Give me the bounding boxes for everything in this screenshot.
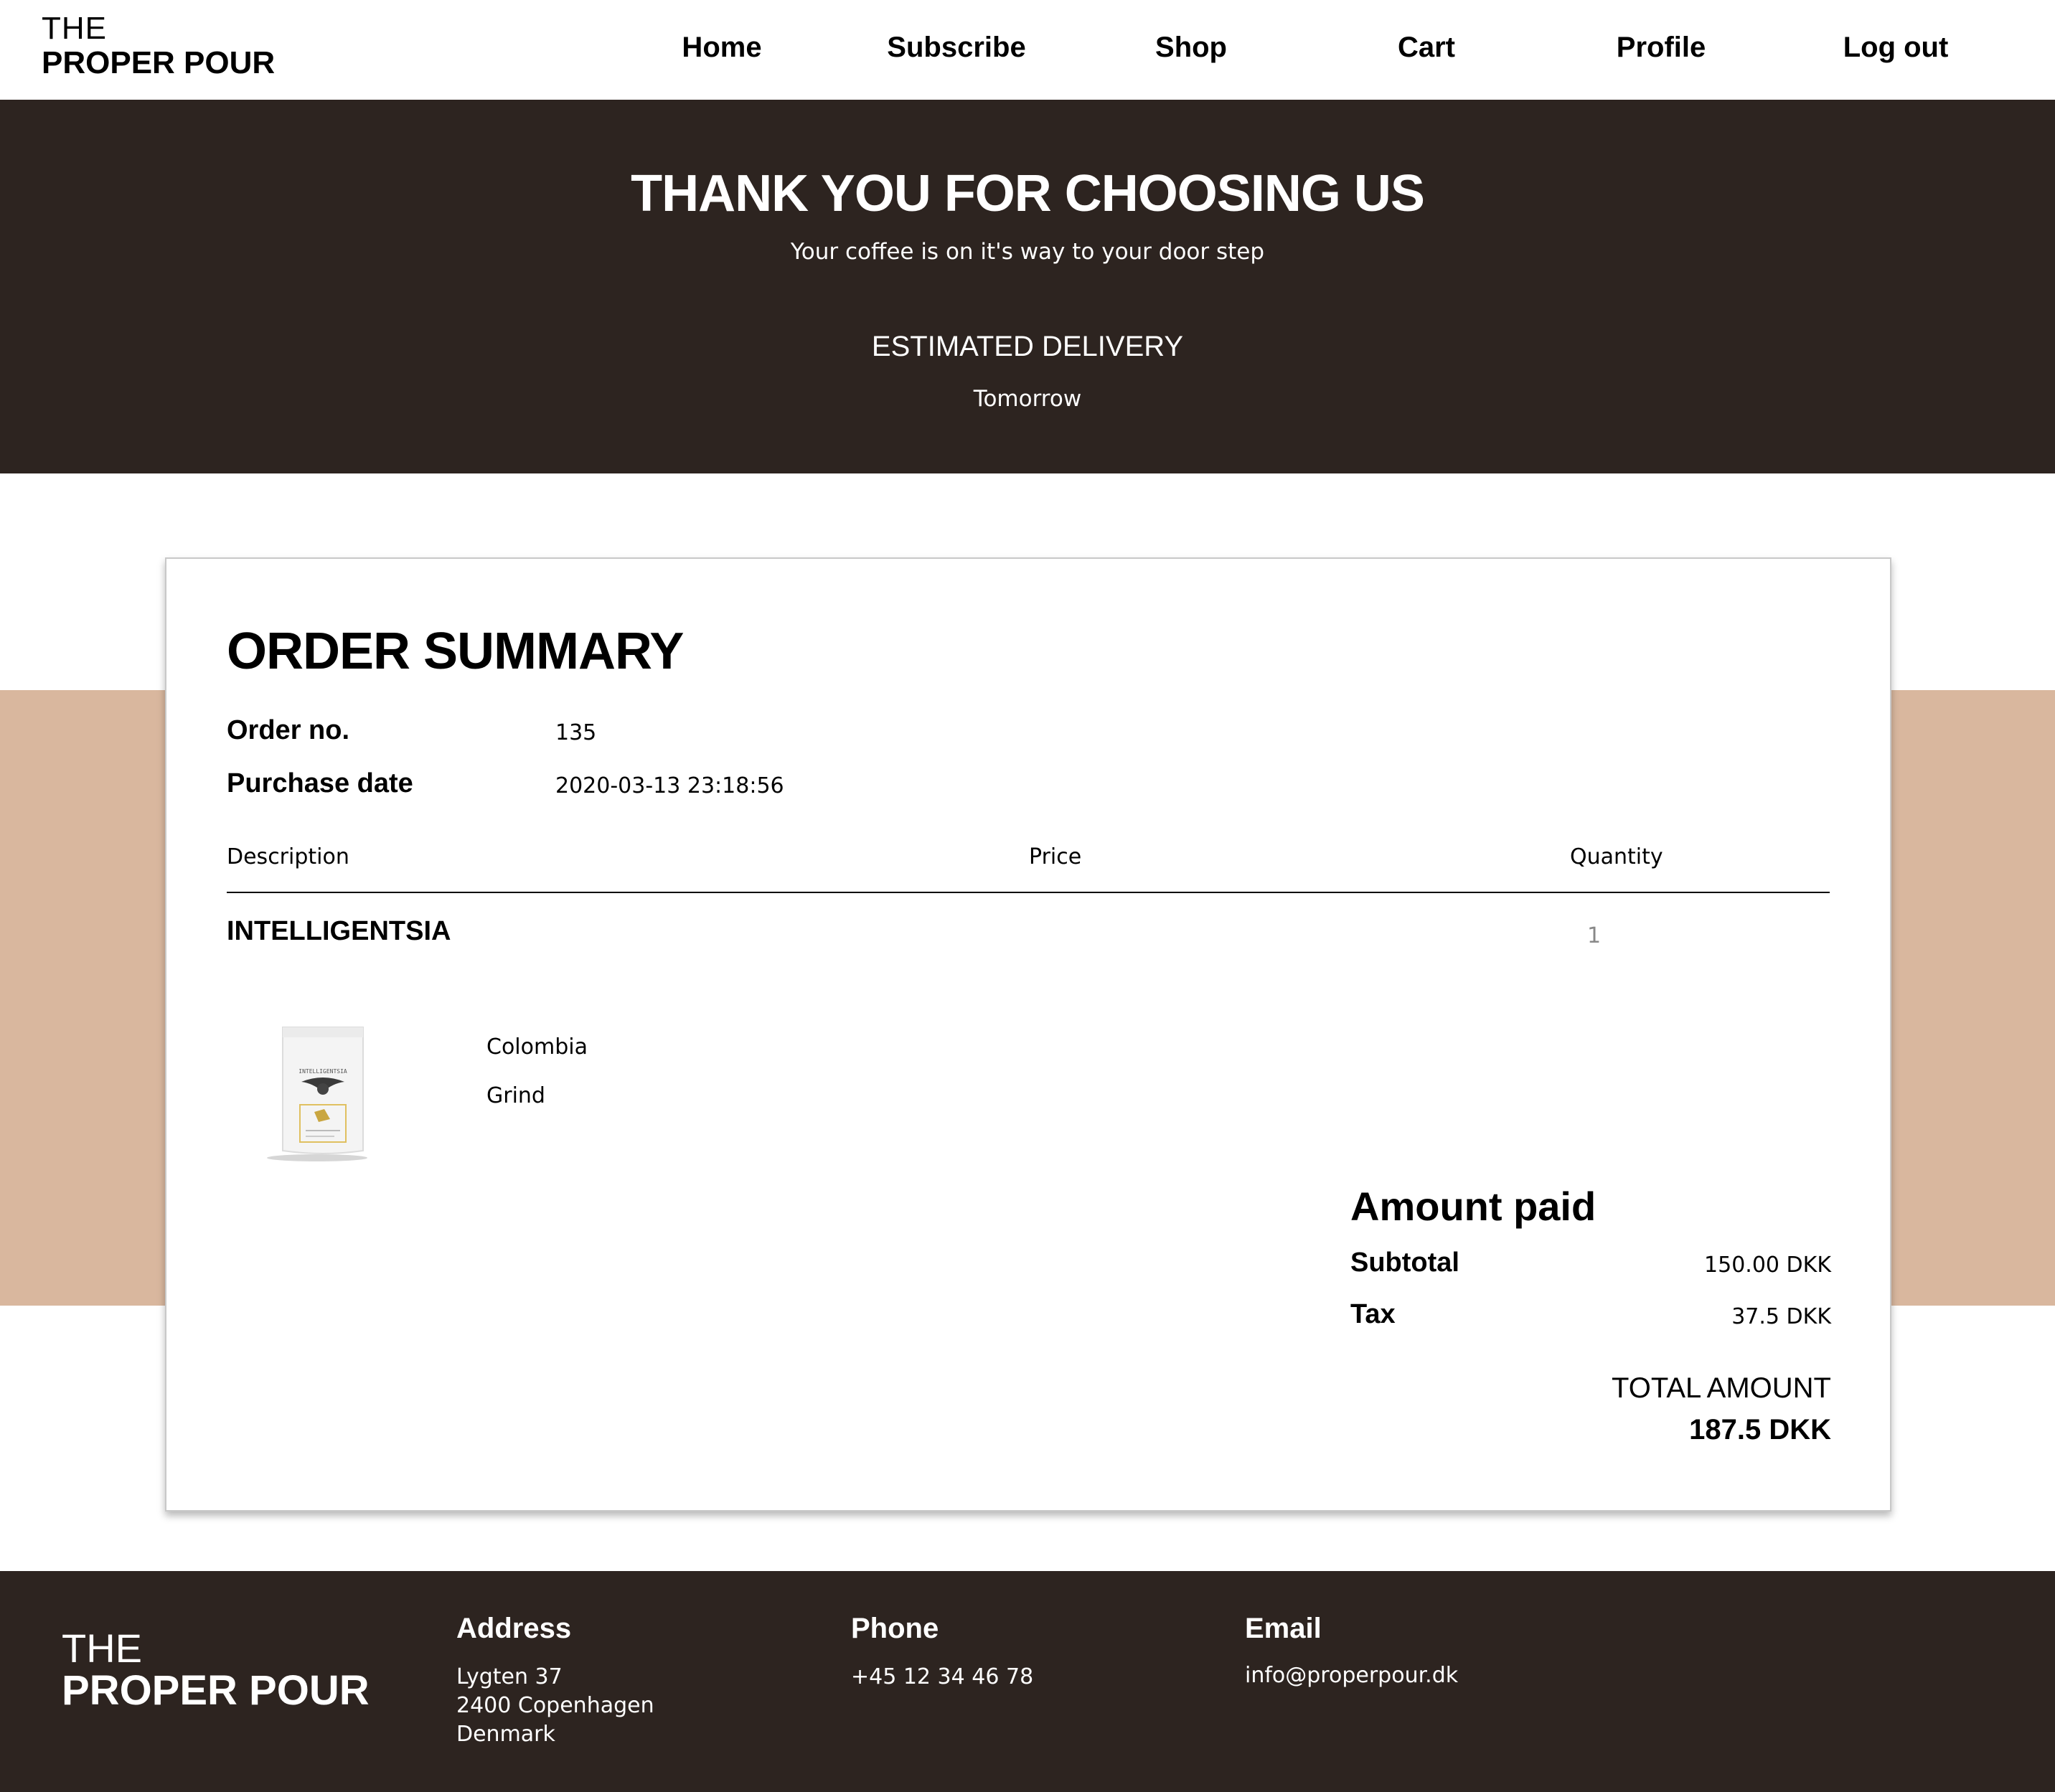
footer-phone-heading: Phone [851,1613,939,1644]
footer-address-line2: 2400 Copenhagen [456,1693,654,1718]
table-divider [227,892,1830,893]
column-description: Description [227,844,349,869]
purchase-date-value: 2020-03-13 23:18:56 [555,773,784,798]
coffee-bag-image: INTELLIGENTSIA [267,1027,367,1161]
main-nav: Home Subscribe Shop Cart Profile Log out [617,0,2023,100]
footer-email[interactable]: info@properpour.dk [1245,1661,1458,1690]
subtotal-value: 150.00 DKK [1704,1253,1831,1278]
footer-logo[interactable]: THE PROPER POUR [62,1628,370,1712]
total-amount-label: TOTAL AMOUNT [1612,1372,1831,1404]
footer-phone[interactable]: +45 12 34 46 78 [851,1663,1033,1692]
hero-title: THANK YOU FOR CHOOSING US [631,165,1425,222]
total-amount-value: 187.5 DKK [1689,1414,1831,1446]
subtotal-label: Subtotal [1350,1248,1459,1278]
tax-value: 37.5 DKK [1731,1304,1831,1329]
nav-logout[interactable]: Log out [1843,32,1949,64]
brand-logo-line1: THE [42,11,107,46]
estimated-delivery-value: Tomorrow [973,386,1082,412]
brand-logo[interactable]: THE PROPER POUR [42,13,275,79]
order-summary-card: ORDER SUMMARY Order no. 135 Purchase dat… [165,557,1891,1512]
product-origin: Colombia [486,1034,588,1060]
amount-paid-title: Amount paid [1350,1184,1596,1229]
footer-logo-line1: THE [62,1626,142,1671]
nav-cart[interactable]: Cart [1398,32,1455,64]
site-header: THE PROPER POUR Home Subscribe Shop Cart… [0,0,2055,100]
footer-address: Lygten 37 2400 Copenhagen Denmark [456,1663,654,1749]
nav-home[interactable]: Home [682,32,761,64]
column-price: Price [1029,844,1082,869]
nav-subscribe[interactable]: Subscribe [887,32,1025,64]
brand-logo-line2: PROPER POUR [42,45,276,80]
estimated-delivery-label: ESTIMATED DELIVERY [871,331,1184,362]
order-summary-title: ORDER SUMMARY [227,623,684,680]
product-name: INTELLIGENTSIA [227,916,451,946]
svg-text:INTELLIGENTSIA: INTELLIGENTSIA [298,1068,347,1075]
footer-logo-line2: PROPER POUR [62,1667,370,1714]
product-quantity: 1 [1587,923,1602,948]
purchase-date-label: Purchase date [227,768,413,798]
footer-address-line1: Lygten 37 [456,1664,563,1689]
footer-email-heading: Email [1245,1613,1322,1644]
order-no-value: 135 [555,720,597,745]
nav-shop[interactable]: Shop [1155,32,1227,64]
hero-subtitle: Your coffee is on it's way to your door … [790,239,1265,265]
product-grind: Grind [486,1083,545,1108]
nav-profile[interactable]: Profile [1617,32,1706,64]
column-quantity: Quantity [1570,844,1663,869]
footer-address-line3: Denmark [456,1722,555,1747]
site-footer: THE PROPER POUR Address Lygten 37 2400 C… [0,1571,2055,1792]
footer-address-heading: Address [456,1613,572,1644]
tax-label: Tax [1350,1299,1396,1329]
confirmation-hero: THANK YOU FOR CHOOSING US Your coffee is… [0,100,2055,473]
order-no-label: Order no. [227,715,350,745]
